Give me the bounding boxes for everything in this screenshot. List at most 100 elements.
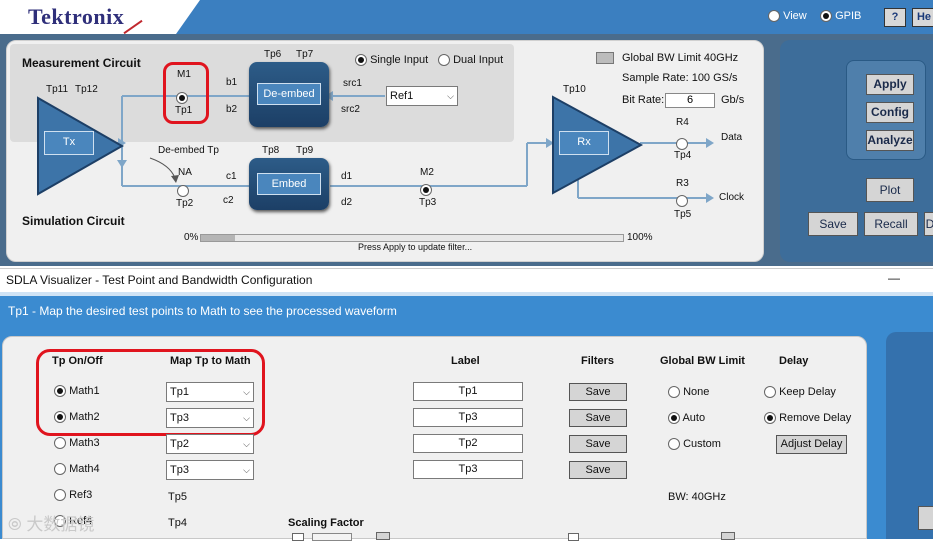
ref3-label: Ref3	[69, 489, 93, 501]
global-bw-label: Global BW Limit 40GHz	[622, 52, 739, 64]
single-input-radio-icon	[355, 54, 367, 67]
math3-label-input[interactable]: Tp2	[413, 434, 523, 453]
apply-button[interactable]: Apply	[866, 74, 914, 95]
tp5-probe[interactable]	[676, 192, 688, 210]
math3-radio[interactable]: Math3	[54, 437, 100, 450]
bw-none-radio[interactable]: None	[668, 386, 709, 399]
math1-label-input[interactable]: Tp1	[413, 382, 523, 401]
scaling-factor-checkbox[interactable]	[292, 533, 304, 541]
remove-delay-radio[interactable]: Remove Delay	[764, 412, 851, 425]
deembed-label: De-embed	[257, 83, 321, 105]
bit-rate-label: Bit Rate:	[622, 94, 665, 106]
src1-label: src1	[343, 78, 362, 89]
deembed-block[interactable]: De-embed	[249, 62, 329, 127]
plot-button[interactable]: Plot	[866, 178, 914, 202]
minimize-button[interactable]: —	[888, 271, 900, 285]
math2-radio-icon	[54, 411, 66, 424]
tp4-probe-icon	[676, 137, 688, 150]
math1-map-select[interactable]: Tp1 ⌵	[166, 382, 254, 402]
chevron-down-icon: ⌵	[243, 465, 250, 475]
scaling-factor-input[interactable]	[312, 533, 352, 541]
save-button[interactable]: Save	[808, 212, 858, 236]
tp9-label: Tp9	[296, 145, 314, 156]
sample-rate-label: Sample Rate: 100 GS/s	[622, 72, 738, 84]
chevron-down-icon: ⌵	[243, 413, 250, 423]
chevron-down-icon: ⌵	[243, 439, 250, 449]
math4-label-input[interactable]: Tp3	[413, 460, 523, 479]
keep-delay-label: Keep Delay	[779, 386, 836, 398]
bit-rate-input[interactable]: 6	[665, 93, 715, 108]
math3-map-value: Tp2	[170, 438, 189, 450]
remove-delay-radio-icon	[764, 412, 776, 425]
keep-delay-radio-icon	[764, 386, 776, 399]
math1-filter-save-button[interactable]: Save	[569, 383, 627, 401]
label-header: Label	[451, 355, 480, 367]
math1-radio-icon	[54, 385, 66, 398]
dual-input-radio[interactable]: Dual Input	[438, 54, 504, 67]
bw-auto-radio-icon	[668, 412, 680, 425]
c1-label: c1	[226, 171, 237, 182]
math2-filter-save-button[interactable]: Save	[569, 409, 627, 427]
filters-header: Filters	[581, 355, 615, 367]
tp3-probe-icon	[420, 183, 432, 196]
bw-auto-radio[interactable]: Auto	[668, 412, 705, 425]
ref3-tp-label: Tp5	[168, 491, 187, 503]
tp1-probe-icon	[176, 91, 188, 104]
math1-radio[interactable]: Math1	[54, 385, 100, 398]
bw-none-radio-icon	[668, 386, 680, 399]
math1-map-value: Tp1	[170, 386, 189, 398]
clock-label: Clock	[719, 192, 745, 203]
analyze-button[interactable]: Analyze	[866, 130, 914, 151]
math4-label: Math4	[69, 463, 100, 475]
ref-select[interactable]: Ref1 ⌵	[386, 86, 458, 106]
tp5-probe-icon	[676, 194, 688, 207]
m1-label: M1	[177, 69, 191, 80]
math3-label: Math3	[69, 437, 100, 449]
tp6-label: Tp6	[264, 49, 282, 60]
chevron-down-icon: ⌵	[243, 387, 250, 397]
lower-side-button[interactable]	[918, 506, 933, 530]
src2-label: src2	[341, 104, 360, 115]
bw-value-label: BW: 40GHz	[668, 491, 726, 503]
recall-button[interactable]: Recall	[864, 212, 918, 236]
global-bw-checkbox[interactable]	[596, 52, 614, 64]
deembed-tp-label: De-embed Tp	[158, 145, 219, 156]
scaling-factor-label: Scaling Factor	[288, 517, 364, 529]
tx-label[interactable]: Tx	[44, 131, 94, 155]
math4-map-select[interactable]: Tp3 ⌵	[166, 460, 254, 480]
math4-radio[interactable]: Math4	[54, 463, 100, 476]
global-bw-header: Global BW Limit	[660, 355, 745, 367]
math4-filter-save-button[interactable]: Save	[569, 461, 627, 479]
tp2-probe-icon	[177, 184, 189, 197]
export-filters-checkbox[interactable]	[568, 533, 579, 541]
ref3-radio-icon	[54, 489, 66, 502]
math2-label: Math2	[69, 411, 100, 423]
adjust-delay-button[interactable]: Adjust Delay	[776, 435, 847, 454]
math4-radio-icon	[54, 463, 66, 476]
dual-input-label: Dual Input	[453, 54, 504, 66]
single-input-radio[interactable]: Single Input	[355, 54, 428, 67]
math3-map-select[interactable]: Tp2 ⌵	[166, 434, 254, 454]
keep-delay-radio[interactable]: Keep Delay	[764, 386, 836, 399]
rx-label[interactable]: Rx	[559, 131, 609, 155]
math2-map-select[interactable]: Tp3 ⌵	[166, 408, 254, 428]
ref3-radio[interactable]: Ref3	[54, 489, 93, 502]
tp5-label: Tp5	[674, 209, 692, 220]
config-button[interactable]: Config	[866, 102, 914, 123]
bw-custom-radio[interactable]: Custom	[668, 438, 721, 451]
watermark: ⦾ 大数据镜	[8, 510, 94, 535]
math2-radio[interactable]: Math2	[54, 411, 100, 424]
m2-label: M2	[420, 167, 434, 178]
embed-block[interactable]: Embed	[249, 158, 329, 210]
tp3-label: Tp3	[419, 197, 437, 208]
math2-map-value: Tp3	[170, 412, 189, 424]
d-button[interactable]: D	[924, 212, 933, 236]
watermark-logo-icon: ⦾	[8, 515, 22, 534]
watermark-text: 大数据镜	[26, 515, 95, 534]
instruction-text: Tp1 - Map the desired test points to Mat…	[8, 304, 397, 318]
tp8-label: Tp8	[262, 145, 280, 156]
progress-end-label: 100%	[627, 232, 653, 243]
math2-label-input[interactable]: Tp3	[413, 408, 523, 427]
tp4-label: Tp4	[674, 150, 692, 161]
math3-filter-save-button[interactable]: Save	[569, 435, 627, 453]
